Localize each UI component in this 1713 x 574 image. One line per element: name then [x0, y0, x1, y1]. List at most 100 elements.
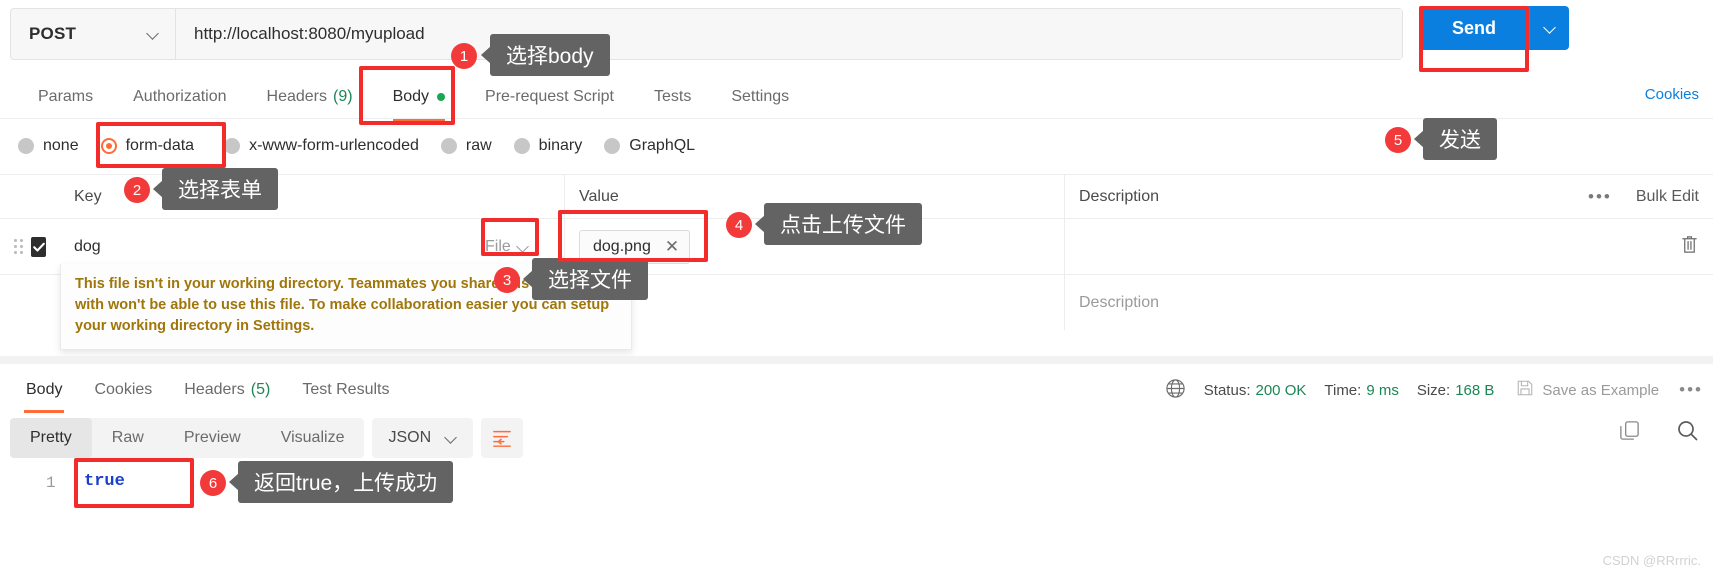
radio-icon	[604, 138, 621, 154]
time-value: 9 ms	[1366, 381, 1399, 399]
url-input[interactable]: http://localhost:8080/myupload	[176, 9, 1402, 59]
row-checkbox[interactable]	[31, 236, 46, 257]
radio-icon	[224, 138, 241, 154]
tab-pre-request-script[interactable]: Pre-request Script	[465, 76, 634, 118]
annotation-bubble-1: 选择body	[490, 34, 610, 76]
annotation-badge-5: 5	[1385, 127, 1411, 153]
tab-label: Pre-request Script	[485, 88, 614, 105]
annotation-badge-3: 3	[494, 267, 520, 293]
trash-icon	[1682, 235, 1697, 253]
send-options-button[interactable]	[1529, 6, 1569, 50]
search-button[interactable]	[1675, 418, 1699, 447]
postman-window: POST http://localhost:8080/myupload Send…	[0, 0, 1713, 574]
tab-label: Authorization	[133, 88, 227, 105]
table-more-options-icon[interactable]: •••	[1588, 187, 1612, 207]
row-type-label: File	[485, 237, 511, 255]
check-icon	[32, 242, 45, 252]
radio-icon	[440, 138, 457, 154]
content-type-select[interactable]: JSON	[372, 418, 474, 458]
annotation-bubble-2: 选择表单	[162, 168, 278, 210]
wrap-lines-icon	[493, 430, 512, 447]
format-tab-label: Preview	[183, 429, 241, 446]
tab-params[interactable]: Params	[18, 76, 113, 118]
body-type-binary[interactable]: binary	[513, 137, 583, 155]
body-present-dot-icon	[437, 93, 446, 101]
http-method-label: POST	[29, 24, 77, 43]
format-tab-visualize[interactable]: Visualize	[261, 418, 365, 458]
response-tab-body[interactable]: Body	[10, 370, 78, 413]
tab-count: (9)	[333, 88, 353, 105]
row-handle-cell	[0, 219, 60, 274]
row-type-select[interactable]: File	[485, 238, 529, 256]
request-tabs: Params Authorization Headers (9) Body Pr…	[0, 76, 1713, 121]
save-as-example-button[interactable]: Save as Example	[1516, 379, 1659, 401]
tab-label: Headers	[184, 381, 245, 398]
annotation-bubble-4: 点击上传文件	[764, 203, 922, 245]
save-icon	[1516, 379, 1534, 401]
send-button-group: Send	[1419, 6, 1569, 50]
send-button[interactable]: Send	[1419, 6, 1529, 50]
response-tab-cookies[interactable]: Cookies	[78, 370, 168, 410]
row-description-input[interactable]: Description	[1065, 275, 1713, 330]
tab-label: Headers	[266, 88, 327, 105]
response-more-options-icon[interactable]: •••	[1679, 380, 1703, 400]
radio-icon	[513, 138, 530, 154]
body-type-raw[interactable]: raw	[440, 137, 492, 155]
tab-label: Settings	[731, 88, 790, 105]
copy-button[interactable]	[1618, 419, 1641, 447]
body-type-label: GraphQL	[629, 137, 696, 154]
chevron-down-icon	[1544, 22, 1556, 34]
drag-handle-icon[interactable]	[14, 239, 23, 254]
header-description: Description	[1079, 187, 1160, 205]
http-method-select[interactable]: POST	[11, 9, 176, 59]
tab-headers[interactable]: Headers (9)	[247, 76, 373, 118]
body-type-x-www-form-urlencoded[interactable]: x-www-form-urlencoded	[224, 137, 419, 155]
tab-authorization[interactable]: Authorization	[113, 76, 246, 118]
tab-label: Body	[26, 381, 63, 398]
body-type-label: raw	[465, 137, 492, 154]
format-tab-pretty[interactable]: Pretty	[10, 418, 92, 458]
file-name: dog.png	[593, 237, 651, 255]
status-label: Status:	[1203, 381, 1251, 399]
url-bar: POST http://localhost:8080/myupload Send…	[0, 0, 1713, 103]
tab-label: Tests	[653, 88, 692, 105]
annotation-bubble-5: 发送	[1423, 118, 1497, 160]
format-tab-label: Raw	[111, 429, 144, 446]
format-tab-preview[interactable]: Preview	[164, 418, 261, 458]
format-tab-label: Visualize	[280, 429, 345, 446]
search-icon	[1678, 421, 1698, 441]
header-description-cell: Description ••• Bulk Edit	[1065, 175, 1713, 218]
chevron-down-icon	[147, 28, 159, 40]
body-type-label: binary	[538, 137, 583, 154]
row-handle-cell	[0, 275, 60, 330]
remove-file-icon[interactable]: ✕	[665, 237, 679, 257]
line-number: 1	[46, 474, 56, 492]
radio-selected-icon	[100, 138, 117, 154]
status-value: 200 OK	[1255, 381, 1307, 399]
response-size-item: Size: 168 B	[1417, 382, 1495, 399]
body-type-form-data[interactable]: form-data	[100, 137, 194, 155]
row-description-cell[interactable]	[1065, 219, 1713, 274]
body-type-label: none	[43, 137, 79, 154]
tab-label: Params	[38, 88, 94, 105]
annotation-badge-1: 1	[451, 43, 477, 69]
tab-tests[interactable]: Tests	[634, 76, 711, 118]
annotation-badge-6: 6	[200, 470, 226, 496]
row-key-text: dog	[74, 237, 101, 255]
tab-settings[interactable]: Settings	[711, 76, 809, 118]
bulk-edit-button[interactable]: Bulk Edit	[1636, 188, 1699, 206]
response-tab-headers[interactable]: Headers (5)	[168, 370, 286, 410]
response-tab-test-results[interactable]: Test Results	[286, 370, 405, 410]
wrap-lines-button[interactable]	[481, 418, 524, 458]
delete-row-icon[interactable]	[1680, 234, 1699, 260]
method-url-group: POST http://localhost:8080/myupload	[10, 8, 1403, 60]
chevron-down-icon	[445, 432, 457, 444]
tab-body[interactable]: Body	[373, 76, 465, 121]
body-type-none[interactable]: none	[18, 137, 79, 155]
body-type-graphql[interactable]: GraphQL	[604, 137, 695, 155]
format-tab-raw[interactable]: Raw	[92, 418, 164, 458]
size-label: Size:	[1416, 381, 1451, 399]
response-separator	[0, 356, 1713, 364]
globe-icon	[1165, 378, 1186, 403]
watermark: CSDN @RRrrric.	[1602, 553, 1701, 568]
